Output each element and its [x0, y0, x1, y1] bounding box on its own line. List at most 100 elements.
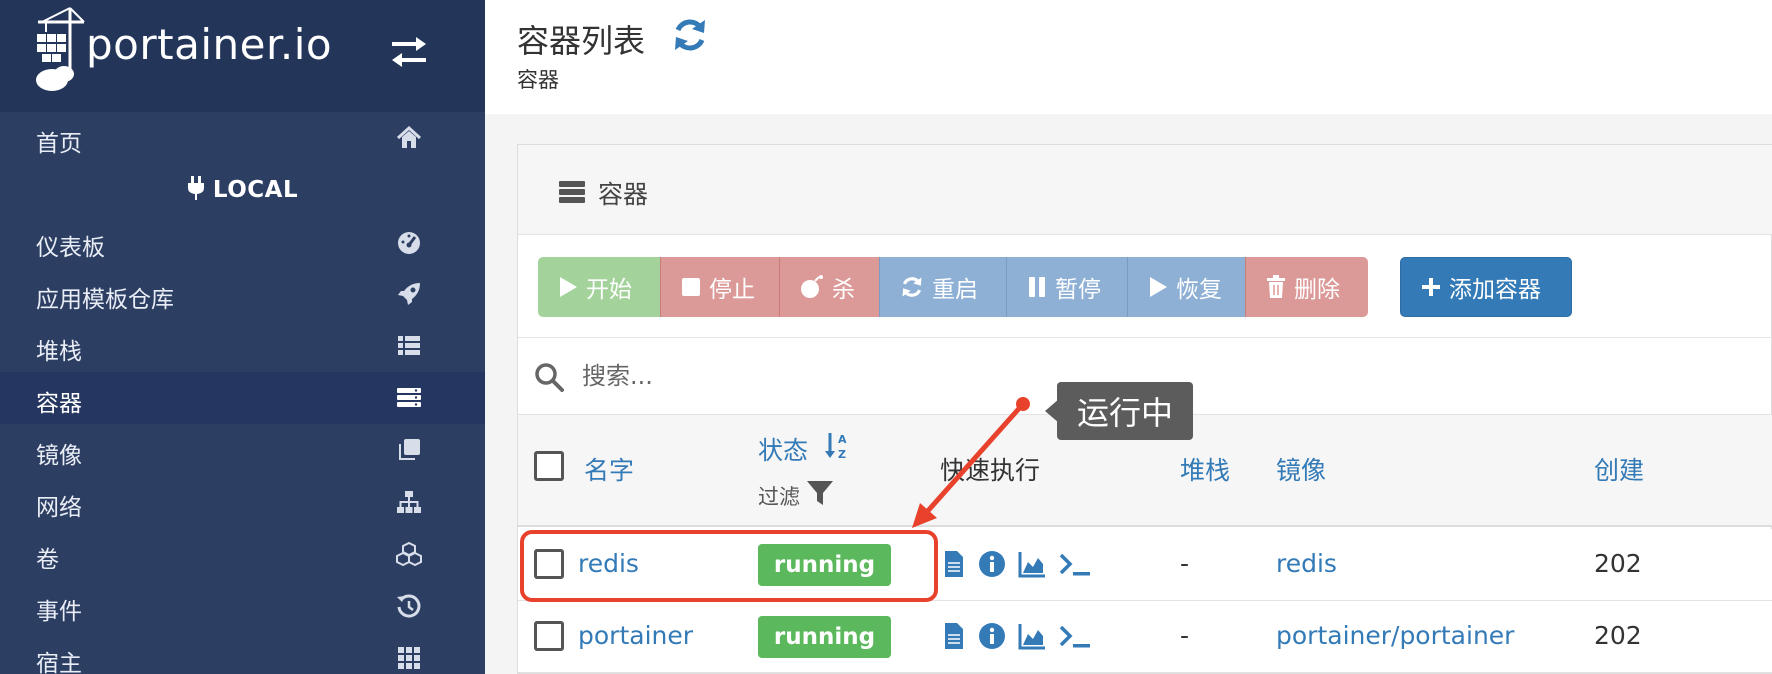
restart-button[interactable]: 重启 [879, 257, 1006, 317]
sidebar-item-label: 应用模板仓库 [36, 287, 174, 313]
sidebar-item-events[interactable]: 事件 [0, 580, 485, 632]
sitemap-icon [397, 491, 421, 513]
environment-name: LOCAL [212, 177, 299, 203]
info-icon[interactable] [978, 621, 1006, 651]
svg-text:A: A [838, 433, 847, 446]
server-icon [397, 388, 421, 407]
annotation-highlight-box [520, 530, 938, 602]
image-link[interactable]: redis [1276, 549, 1337, 578]
panel-title: 容器 [598, 180, 649, 209]
refresh-icon[interactable] [671, 16, 709, 54]
info-icon[interactable] [978, 549, 1006, 579]
table-row: portainer running - portainer/portainer … [518, 601, 1772, 673]
sidebar-item-label: 容器 [36, 391, 82, 417]
sidebar-item-volumes[interactable]: 卷 [0, 528, 485, 580]
kill-button-label: 杀 [832, 277, 855, 303]
filter-icon[interactable] [806, 479, 834, 507]
row-checkbox[interactable] [534, 621, 564, 651]
pause-button[interactable]: 暂停 [1006, 257, 1127, 317]
state-filter-label: 过滤 [758, 485, 800, 509]
status-badge: running [758, 616, 891, 658]
sidebar-item-networks[interactable]: 网络 [0, 476, 485, 528]
clone-icon [399, 439, 420, 460]
column-image-header[interactable]: 镜像 [1276, 451, 1326, 487]
sidebar: portainer.io 首页 LOCAL 仪表板 应用模板仓库 堆栈 容器 镜… [0, 0, 485, 674]
sidebar-item-containers[interactable]: 容器 [0, 372, 485, 424]
image-link[interactable]: portainer/portainer [1276, 621, 1514, 650]
sidebar-item-label: 网络 [36, 495, 82, 521]
column-stack-header[interactable]: 堆栈 [1180, 451, 1230, 487]
add-container-button-label: 添加容器 [1449, 277, 1541, 303]
column-created-header[interactable]: 创建 [1594, 451, 1772, 487]
server-icon [559, 181, 585, 203]
cubes-icon [396, 541, 422, 567]
page-header: 容器列表 容器 [485, 0, 1772, 114]
tachometer-icon [398, 232, 420, 254]
refresh-icon [902, 277, 922, 297]
grid-icon [398, 647, 420, 669]
logo-text: portainer.io [86, 20, 333, 69]
console-icon[interactable] [1058, 621, 1092, 651]
remove-button[interactable]: 删除 [1245, 257, 1368, 317]
sidebar-item-label: 堆栈 [36, 339, 82, 365]
resume-button-label: 恢复 [1176, 277, 1222, 303]
home-icon [396, 125, 422, 148]
stack-cell: - [1180, 621, 1190, 650]
column-quick-actions-header: 快速执行 [940, 456, 1041, 485]
breadcrumb: 容器 [517, 68, 559, 92]
page-title: 容器列表 [517, 22, 646, 60]
add-container-button[interactable]: 添加容器 [1400, 257, 1572, 317]
resume-button[interactable]: 恢复 [1127, 257, 1245, 317]
sidebar-item-stacks[interactable]: 堆栈 [0, 320, 485, 372]
logs-icon[interactable] [944, 549, 964, 579]
stop-icon [682, 278, 700, 296]
sidebar-item-label: 事件 [36, 599, 82, 625]
stats-chart-icon[interactable] [1018, 549, 1046, 579]
stats-chart-icon[interactable] [1018, 621, 1046, 651]
restart-button-label: 重启 [932, 277, 978, 303]
plug-icon [187, 176, 204, 200]
play-icon [1150, 277, 1167, 297]
sidebar-item-label: 宿主 [36, 651, 82, 674]
annotation-tooltip: 运行中 [1057, 382, 1194, 440]
list-icon [398, 336, 420, 355]
sidebar-item-dashboard[interactable]: 仪表板 [0, 216, 485, 268]
play-icon [560, 277, 577, 297]
search-icon [535, 363, 564, 392]
logs-icon[interactable] [944, 621, 964, 651]
crane-logo-icon [36, 7, 85, 91]
stop-button[interactable]: 停止 [660, 257, 779, 317]
container-name-link[interactable]: portainer [578, 621, 693, 650]
column-name-header[interactable]: 名字 [584, 451, 634, 487]
sidebar-item-images[interactable]: 镜像 [0, 424, 485, 476]
stop-button-label: 停止 [709, 277, 755, 303]
pause-icon [1029, 277, 1045, 297]
svg-text:Z: Z [838, 448, 846, 461]
swap-environment-icon[interactable] [388, 34, 430, 70]
sidebar-item-label: 镜像 [36, 443, 82, 469]
column-state-header[interactable]: 状态 [758, 431, 808, 467]
portainer-logo[interactable]: portainer.io [34, 4, 334, 96]
rocket-icon [398, 283, 420, 305]
sidebar-item-app-templates[interactable]: 应用模板仓库 [0, 268, 485, 320]
created-cell: 202 [1594, 549, 1642, 578]
sidebar-item-label: 首页 [36, 131, 82, 157]
remove-button-label: 删除 [1294, 277, 1340, 303]
trash-icon [1267, 275, 1285, 298]
stack-cell: - [1180, 549, 1190, 578]
history-icon [397, 594, 421, 618]
logo-bar: portainer.io [0, 0, 485, 112]
sidebar-item-host[interactable]: 宿主 [0, 632, 485, 674]
plus-icon [1422, 278, 1440, 296]
pause-button-label: 暂停 [1055, 277, 1101, 303]
bomb-icon [801, 275, 823, 298]
kill-button[interactable]: 杀 [779, 257, 879, 317]
sort-alpha-icon[interactable]: A Z [824, 431, 850, 461]
start-button[interactable]: 开始 [538, 257, 660, 317]
console-icon[interactable] [1058, 549, 1092, 579]
environment-header: LOCAL [0, 164, 485, 216]
created-cell: 202 [1594, 621, 1642, 650]
sidebar-item-label: 仪表板 [36, 235, 105, 261]
sidebar-item-home[interactable]: 首页 [0, 112, 485, 164]
select-all-checkbox[interactable] [534, 451, 564, 481]
